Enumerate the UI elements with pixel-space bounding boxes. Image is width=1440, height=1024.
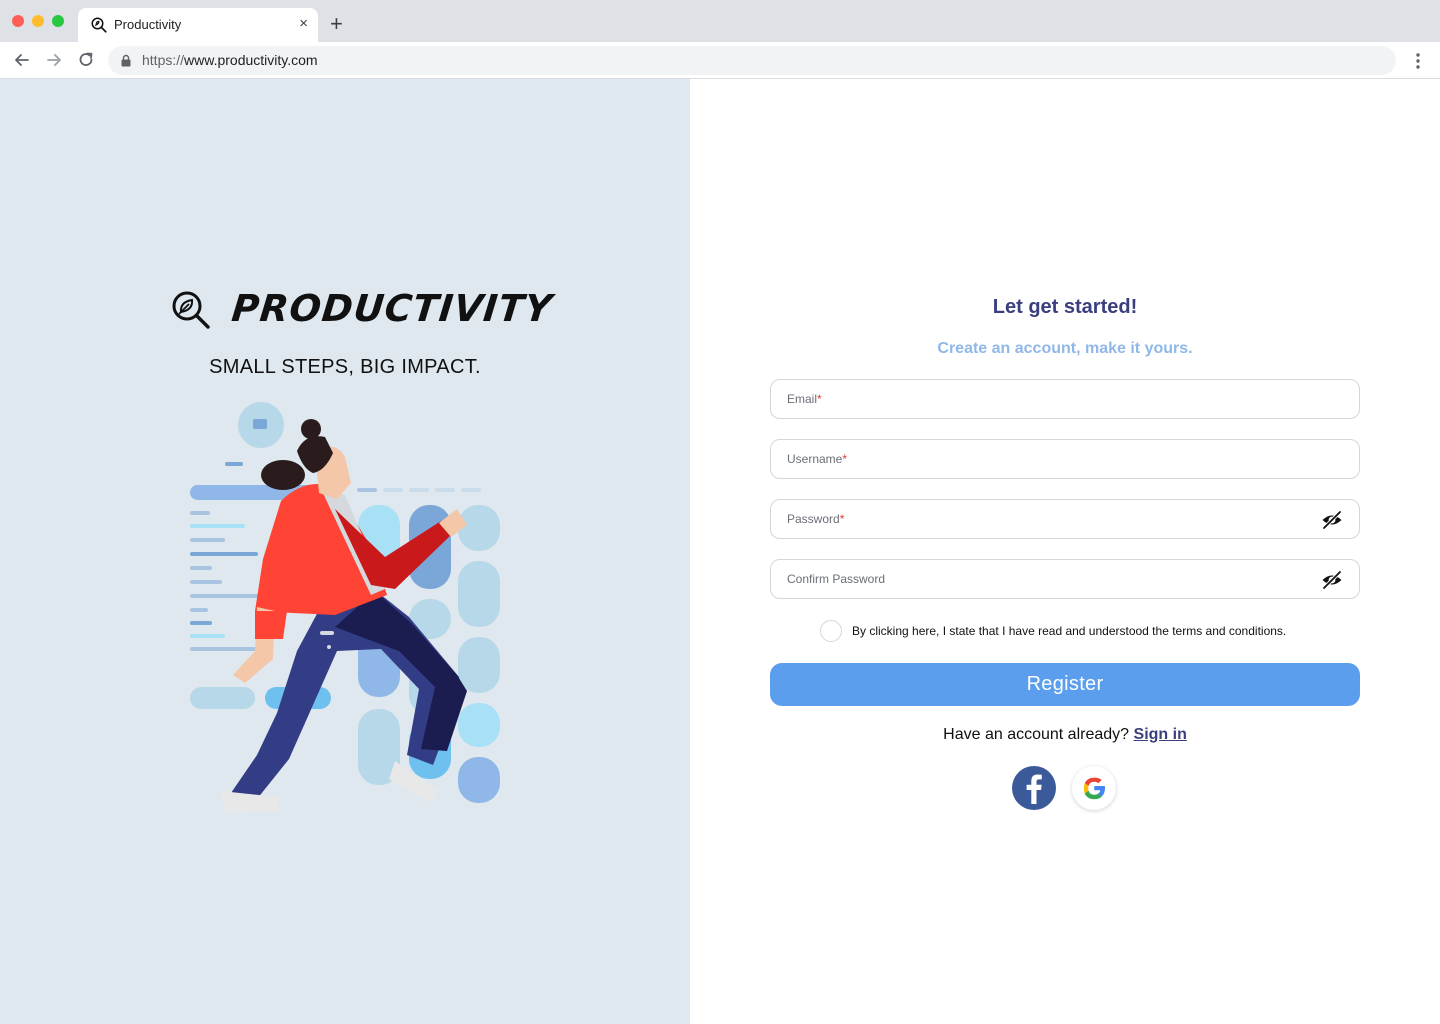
terms-text: By clicking here, I state that I have re…	[852, 624, 1287, 638]
more-menu-icon[interactable]	[1410, 51, 1426, 71]
url-text: https://www.productivity.com	[142, 52, 318, 68]
minimize-window-button[interactable]	[32, 15, 44, 27]
magnifier-leaf-icon	[91, 17, 107, 33]
hero-panel: PRODUCTIVITY SMALL STEPS, BIG IMPACT.	[0, 79, 690, 1024]
form-subtitle: Create an account, make it yours.	[937, 340, 1193, 357]
register-button[interactable]: Register	[770, 663, 1360, 706]
eye-off-icon[interactable]	[1321, 570, 1343, 590]
tagline: SMALL STEPS, BIG IMPACT.	[209, 356, 481, 378]
url-host: www.productivity.com	[184, 52, 318, 68]
signin-link[interactable]: Sign in	[1134, 726, 1187, 743]
google-icon	[1083, 777, 1105, 800]
password-field[interactable]: Password*	[770, 499, 1360, 539]
url-scheme: https://	[142, 52, 185, 68]
terms-row: By clicking here, I state that I have re…	[820, 620, 1380, 644]
confirm-password-field[interactable]: Confirm Password	[770, 559, 1360, 599]
browser-toolbar: https://www.productivity.com	[0, 42, 1440, 79]
browser-tab[interactable]: Productivity ×	[78, 8, 318, 42]
facebook-icon	[1026, 774, 1042, 804]
close-window-button[interactable]	[12, 15, 24, 27]
back-arrow-icon[interactable]	[12, 50, 32, 70]
eye-off-icon[interactable]	[1321, 510, 1343, 530]
tab-close-icon[interactable]: ×	[299, 15, 308, 33]
email-label: Email*	[787, 392, 822, 406]
form-title: Let get started!	[992, 296, 1138, 318]
brand-name: PRODUCTIVITY	[229, 287, 555, 330]
google-login-button[interactable]	[1072, 766, 1116, 810]
username-field[interactable]: Username*	[770, 439, 1360, 479]
maximize-window-button[interactable]	[52, 15, 64, 27]
signin-prompt-text: Have an account already?	[943, 726, 1130, 743]
register-panel: Let get started! Create an account, make…	[690, 79, 1440, 1024]
address-bar[interactable]: https://www.productivity.com	[108, 46, 1396, 75]
lock-icon	[121, 54, 131, 67]
signin-prompt: Have an account already? Sign in	[690, 726, 1440, 744]
brand-logo: PRODUCTIVITY	[170, 287, 555, 337]
email-field[interactable]: Email*	[770, 379, 1360, 419]
magnifier-leaf-icon	[172, 291, 210, 329]
terms-checkbox[interactable]	[820, 620, 842, 642]
facebook-login-button[interactable]	[1012, 766, 1056, 810]
password-label: Password*	[787, 512, 845, 526]
browser-tab-bar: Productivity × +	[0, 0, 1440, 42]
username-label: Username*	[787, 452, 848, 466]
forward-arrow-icon[interactable]	[44, 50, 64, 70]
person-walking-illustration	[190, 402, 500, 813]
new-tab-button[interactable]: +	[330, 12, 343, 36]
window-controls	[12, 15, 64, 27]
tab-title: Productivity	[114, 17, 182, 32]
confirm-password-label: Confirm Password	[787, 572, 886, 586]
reload-icon[interactable]	[76, 50, 96, 70]
